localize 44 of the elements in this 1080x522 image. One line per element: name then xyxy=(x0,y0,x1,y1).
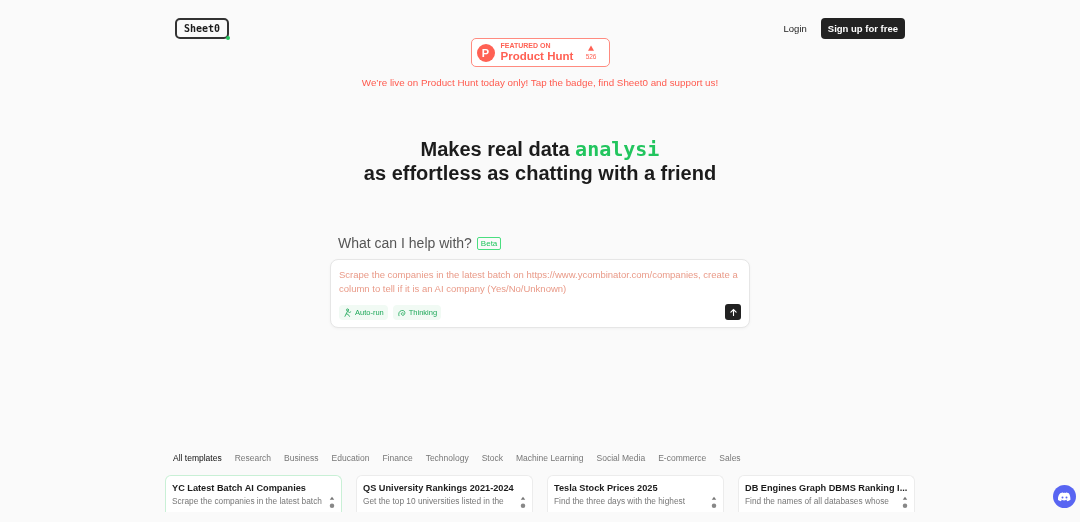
template-card[interactable]: QS University Rankings 2021-2024 Get the top 10 universities listed in the xyxy=(356,475,533,512)
scrollbar-icon xyxy=(902,496,908,508)
card-title: YC Latest Batch AI Companies xyxy=(172,483,307,493)
card-description: Get the top 10 universities listed in the xyxy=(363,496,505,506)
card-description: Find the names of all databases whose xyxy=(745,496,890,506)
send-button[interactable] xyxy=(725,304,741,320)
category-tab[interactable]: E-commerce xyxy=(658,453,707,463)
category-tab[interactable]: Sales xyxy=(719,453,741,463)
template-card[interactable]: YC Latest Batch AI Companies Scrape the companies in the latest batch xyxy=(165,475,342,512)
login-link[interactable]: Login xyxy=(783,23,807,34)
runner-icon xyxy=(343,307,352,317)
logo[interactable]: Sheet0 xyxy=(175,18,230,39)
category-tab[interactable]: Social Media xyxy=(596,453,646,463)
p-letter-icon: P xyxy=(476,43,495,62)
template-card[interactable]: Tesla Stock Prices 2025 Find the three days with the highest xyxy=(547,475,724,512)
category-tab[interactable]: Technology xyxy=(425,453,469,463)
signup-button[interactable]: Sign up for free xyxy=(820,18,905,39)
template-card[interactable]: DB Engines Graph DBMS Ranking I... Find the names of all databases whose xyxy=(738,475,915,512)
prompt-heading: What can I help with? xyxy=(338,235,472,251)
category-tab[interactable]: Education xyxy=(331,453,370,463)
card-description: Scrape the companies in the latest batch xyxy=(172,496,323,506)
category-tab[interactable]: Machine Learning xyxy=(515,453,584,463)
card-description: Find the three days with the highest xyxy=(554,496,686,506)
status-dot-icon xyxy=(226,36,231,40)
category-tab[interactable]: All templates xyxy=(173,453,222,463)
card-title: Tesla Stock Prices 2025 xyxy=(554,483,659,493)
chat-button[interactable] xyxy=(1053,485,1076,508)
headline-text: Makes real data analysi xyxy=(420,137,660,161)
card-title: QS University Rankings 2021-2024 xyxy=(363,483,515,493)
announcement-text: We’re live on Product Hunt today only! Tap the badge, find Sheet0 and support us! xyxy=(361,77,719,88)
card-title: DB Engines Graph DBMS Ranking I... xyxy=(745,483,908,493)
game-controller-icon xyxy=(1058,491,1071,502)
scrollbar-icon xyxy=(329,496,335,508)
scrollbar-icon xyxy=(711,496,717,508)
headline-text: as effortless as chatting with a friend xyxy=(363,161,717,185)
category-tab[interactable]: Business xyxy=(284,453,319,463)
category-tab[interactable]: Research xyxy=(234,453,272,463)
beta-tag: Beta xyxy=(476,236,502,250)
upvote-triangle-icon xyxy=(588,45,595,51)
category-tab[interactable]: Stock xyxy=(481,453,503,463)
scrollbar-icon xyxy=(520,496,526,508)
arrow-up-icon xyxy=(728,307,738,317)
badge-name: Product Hunt xyxy=(500,50,575,63)
category-tab[interactable]: Finance xyxy=(382,453,413,463)
